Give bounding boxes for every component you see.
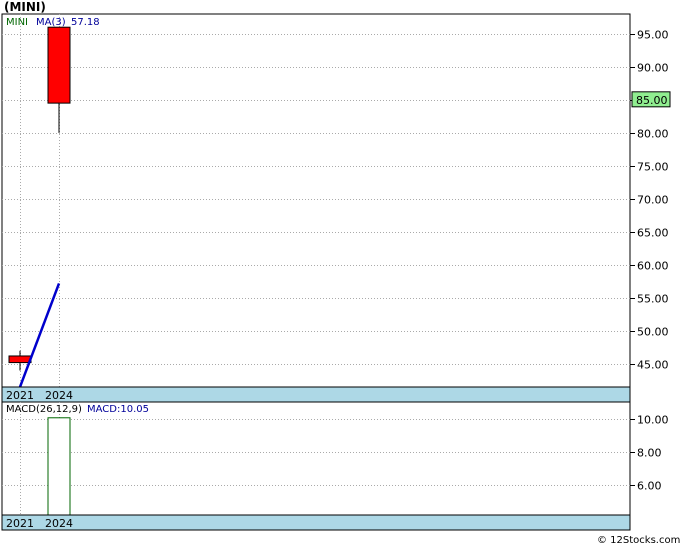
macd-date-label-2024: 2024 [45,517,73,530]
candle-body [8,355,32,364]
macd-tick-label: 6.00 [637,480,662,493]
footer-credit: © 12Stocks.com [597,535,680,546]
current-price-marker: 85.00 [631,91,671,108]
macd-panel: 6.00 8.00 10.00 2021 2024 MACD(26,12,9) MA… [1,401,669,531]
legend-macd-label: MACD(26,12,9) [6,404,82,415]
legend-ma-label: MA(3) [36,17,66,28]
macd-y-axis: 6.00 8.00 10.00 [630,414,669,493]
current-price-label: 85.00 [636,94,668,107]
price-panel: 45.00 50.00 55.00 60.00 65.00 70.00 75.00 80.00… [1,13,671,403]
chart-title: (MINI) [4,0,46,14]
price-tick-label: 80.00 [637,128,669,141]
legend-ma-value: 57.18 [71,17,100,28]
macd-date-label-2021: 2021 [6,517,34,530]
macd-tick-label: 10.00 [637,414,669,427]
price-date-label-2021: 2021 [6,389,34,402]
legend-ticker: MINI [6,17,28,28]
macd-legend: MACD(26,12,9) MACD:10.05 [6,404,149,415]
price-tick-label: 95.00 [637,29,669,42]
price-y-axis: 45.00 50.00 55.00 60.00 65.00 70.00 75.00 80.00… [630,29,669,372]
candle-body [47,26,71,104]
macd-bar [47,417,71,516]
macd-date-band [1,514,631,531]
price-plot-frame [1,13,631,403]
price-tick-label: 45.00 [637,359,669,372]
chart-canvas: (MINI) 45.00 50.00 55.00 60.00 65.00 70.00 75.… [1,0,680,546]
price-tick-label: 55.00 [637,293,669,306]
macd-bars [47,417,71,516]
price-tick-label: 65.00 [637,227,669,240]
macd-plot-frame [1,401,631,531]
price-tick-label: 70.00 [637,194,669,207]
price-date-label-2024: 2024 [45,389,73,402]
price-date-band [1,386,631,403]
price-tick-label: 75.00 [637,161,669,174]
price-tick-label: 50.00 [637,326,669,339]
price-tick-label: 60.00 [637,260,669,273]
price-tick-label: 90.00 [637,62,669,75]
macd-tick-label: 8.00 [637,447,662,460]
legend-macd-value: MACD:10.05 [87,404,149,415]
price-legend: MINI MA(3) 57.18 [6,17,100,28]
